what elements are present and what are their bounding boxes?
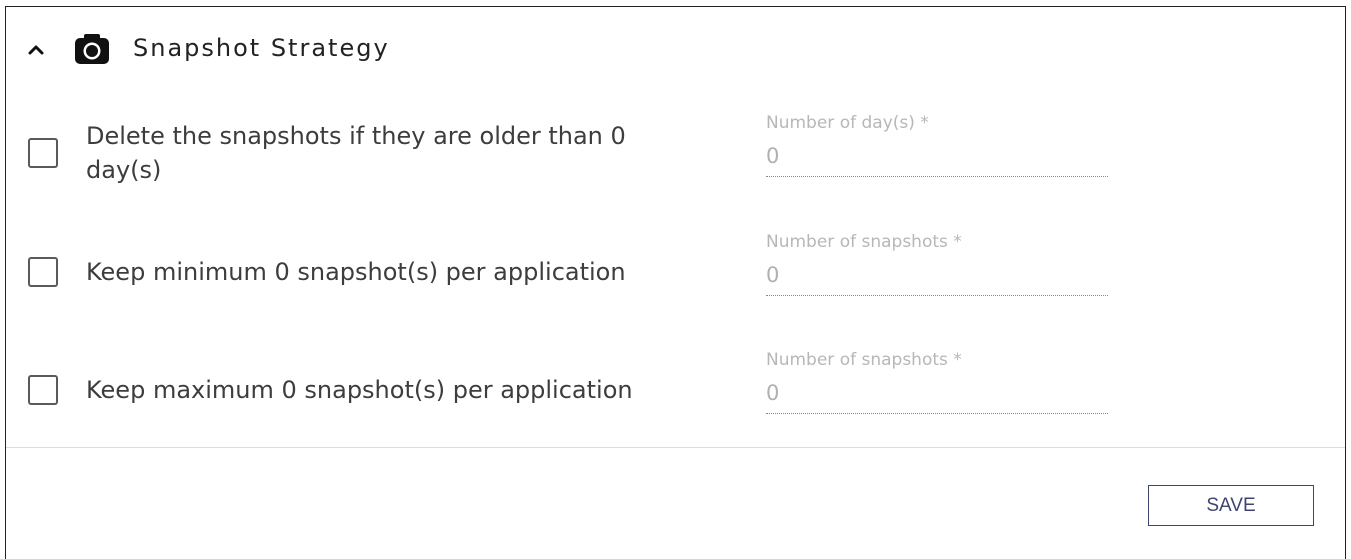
keep-maximum-label: Keep maximum 0 snapshot(s) per applicati… [86,376,633,404]
days-field-label: Number of day(s) * [766,113,929,133]
rule-row-keep-maximum: Keep maximum 0 snapshot(s) per applicati… [6,345,1345,445]
keep-maximum-checkbox[interactable] [28,375,58,405]
rule-row-delete-older: Delete the snapshots if they are older t… [6,107,1345,217]
keep-minimum-checkbox[interactable] [28,257,58,287]
delete-older-checkbox[interactable] [28,138,58,168]
section-title: Snapshot Strategy [133,34,390,62]
min-snapshots-input[interactable] [766,260,1108,296]
save-button[interactable]: SAVE [1148,485,1314,526]
max-snapshots-input[interactable] [766,378,1108,414]
chevron-up-icon[interactable] [26,40,46,60]
days-field: Number of day(s) * [766,113,1108,177]
rule-row-keep-minimum: Keep minimum 0 snapshot(s) per applicati… [6,227,1345,327]
keep-minimum-label: Keep minimum 0 snapshot(s) per applicati… [86,258,626,286]
snapshot-strategy-panel: Snapshot Strategy Delete the snapshots i… [5,6,1346,559]
max-snapshots-field: Number of snapshots * [766,350,1108,414]
max-snapshots-field-label: Number of snapshots * [766,350,962,370]
min-snapshots-field-label: Number of snapshots * [766,232,962,252]
min-snapshots-field: Number of snapshots * [766,232,1108,296]
delete-older-label: Delete the snapshots if they are older t… [86,122,626,184]
days-input[interactable] [766,141,1108,177]
footer-divider [6,447,1345,448]
camera-icon [74,32,110,66]
section-header[interactable]: Snapshot Strategy [6,7,1345,91]
